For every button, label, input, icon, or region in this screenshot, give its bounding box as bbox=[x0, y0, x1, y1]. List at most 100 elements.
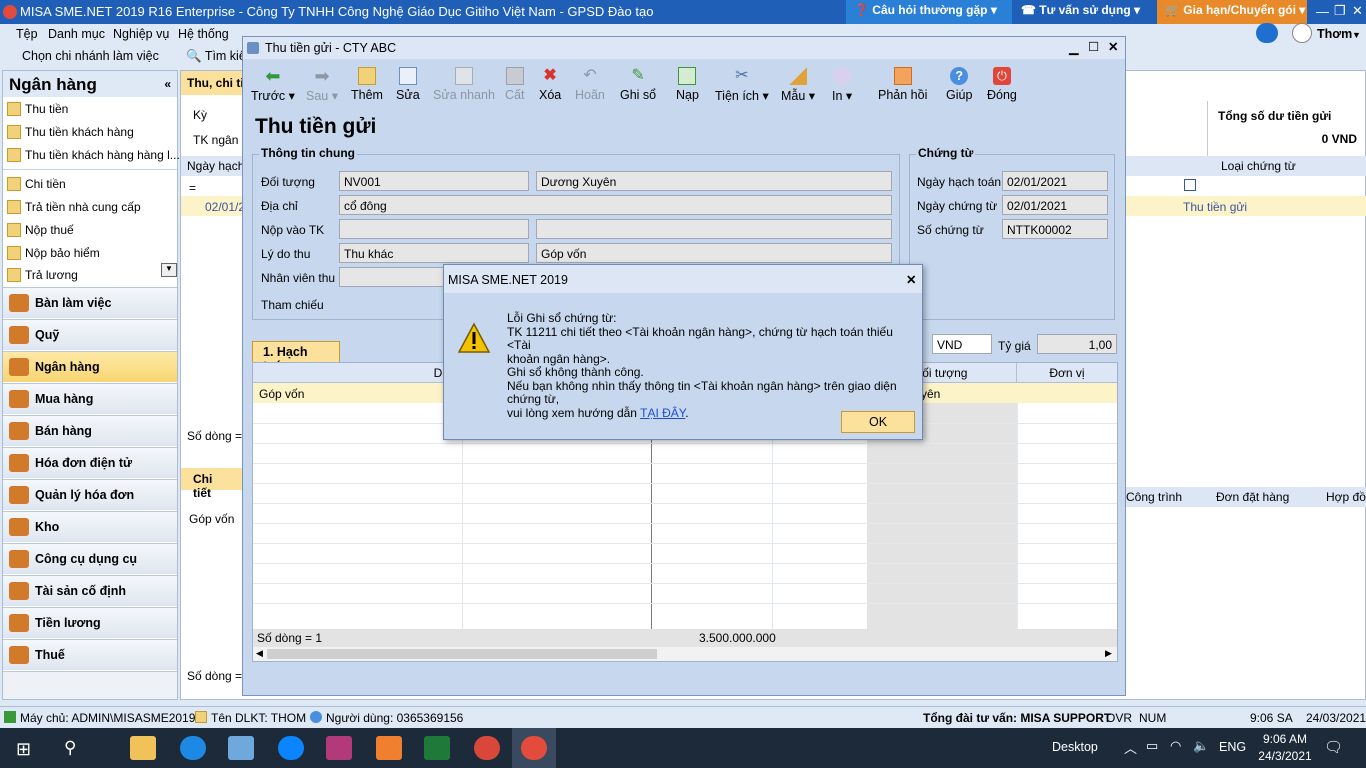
edit-button[interactable]: Sửa bbox=[396, 67, 420, 102]
scroll-right-icon[interactable]: ▶ bbox=[1105, 648, 1112, 659]
wifi-icon[interactable]: ◠ bbox=[1170, 738, 1181, 754]
user-name[interactable]: Thơm bbox=[1317, 27, 1352, 41]
nav-item-thu-tien-kh-loat[interactable]: Thu tiền khách hàng hàng l... bbox=[7, 148, 180, 162]
excel-icon[interactable] bbox=[424, 736, 450, 760]
dialog-close-button[interactable]: ✕ bbox=[1108, 39, 1118, 54]
file-explorer-icon[interactable] bbox=[130, 736, 156, 760]
col-hop-dong[interactable]: Hợp đồn bbox=[1326, 490, 1366, 504]
partner-name-field[interactable]: Dương Xuyên bbox=[536, 171, 892, 191]
nav-item-thu-tien-kh[interactable]: Thu tiền khách hàng bbox=[7, 125, 134, 139]
desktop-toolbar[interactable]: Desktop bbox=[1052, 740, 1098, 754]
menu-system[interactable]: Hệ thống bbox=[178, 27, 229, 41]
postpone-button[interactable]: ↶ Hoãn bbox=[575, 67, 605, 102]
module-tien-luong[interactable]: Tiền lương bbox=[3, 607, 177, 638]
module-shortcuts[interactable] bbox=[3, 671, 177, 699]
notification-icon[interactable]: 🗨 bbox=[1324, 738, 1343, 756]
module-quan-ly-hoa-don[interactable]: Quản lý hóa đơn bbox=[3, 479, 177, 510]
template-button[interactable]: Mẫu ▾ bbox=[781, 67, 815, 103]
module-quy[interactable]: Quỹ bbox=[3, 319, 177, 350]
deposit-bank-field[interactable] bbox=[536, 219, 892, 239]
close-button[interactable]: ✕ bbox=[1352, 3, 1363, 19]
branch-select-button[interactable]: Chọn chi nhánh làm việc bbox=[22, 49, 159, 63]
dialog-maximize-button[interactable]: ☐ bbox=[1088, 39, 1099, 54]
collapse-icon[interactable]: « bbox=[164, 77, 171, 91]
exchange-rate-field[interactable]: 1,00 bbox=[1037, 334, 1117, 354]
renew-button[interactable]: 🛒 Gia hạn/Chuyển gói ▾ bbox=[1157, 0, 1307, 24]
close-form-button[interactable]: ⏻ Đóng bbox=[987, 67, 1017, 102]
nav-item-nop-bao-hiem[interactable]: Nộp bảo hiểm bbox=[7, 246, 100, 260]
delete-button[interactable]: ✖ Xóa bbox=[539, 67, 561, 102]
module-tai-san[interactable]: Tài sản cố định bbox=[3, 575, 177, 606]
voucher-date-field[interactable]: 02/01/2021 bbox=[1002, 195, 1108, 215]
avatar[interactable] bbox=[1292, 23, 1312, 43]
currency-select[interactable]: VND bbox=[932, 334, 992, 354]
tray-chevron-icon[interactable]: ︿ bbox=[1124, 738, 1137, 757]
winrar-icon[interactable] bbox=[326, 736, 352, 760]
reload-button[interactable]: Nạp bbox=[676, 67, 699, 102]
zalo-icon[interactable] bbox=[278, 736, 304, 760]
col-ngay-hach-toan[interactable]: Ngày hạch bbox=[181, 156, 243, 176]
ok-button[interactable]: OK bbox=[841, 411, 915, 433]
reason-select[interactable]: Thu khác bbox=[339, 243, 529, 263]
store-icon[interactable] bbox=[228, 736, 254, 760]
nav-item-thu-tien[interactable]: Thu tiền bbox=[7, 102, 68, 116]
help-link[interactable]: TẠI ĐÂY bbox=[640, 406, 685, 420]
filter-icon[interactable]: = bbox=[189, 181, 196, 195]
scroll-left-icon[interactable]: ◀ bbox=[256, 648, 263, 659]
voucher-number-field[interactable]: NTTK00002 bbox=[1002, 219, 1108, 239]
checkbox[interactable] bbox=[1184, 179, 1196, 191]
post-button[interactable]: ✎ Ghi sổ bbox=[620, 67, 656, 102]
add-button[interactable]: Thêm bbox=[351, 67, 383, 102]
nav-item-tra-tien-ncc[interactable]: Trả tiền nhà cung cấp bbox=[7, 200, 141, 214]
battery-icon[interactable]: ▭ bbox=[1146, 738, 1158, 754]
feedback-button[interactable]: Phản hồi bbox=[878, 67, 927, 102]
menu-operations[interactable]: Nghiệp vụ bbox=[113, 27, 169, 41]
nav-item-tra-luong[interactable]: Trả lương bbox=[7, 268, 78, 282]
foxit-icon[interactable] bbox=[376, 736, 402, 760]
nav-item-nop-thue[interactable]: Nộp thuế bbox=[7, 223, 74, 237]
message-close-button[interactable]: ✕ bbox=[906, 272, 916, 287]
maximize-button[interactable]: ❐ bbox=[1334, 3, 1346, 19]
chevron-down-icon[interactable]: ▼ bbox=[1352, 30, 1361, 40]
clock-date[interactable]: 24/3/2021 bbox=[1253, 749, 1317, 763]
reason-text-field[interactable]: Góp vốn bbox=[536, 243, 892, 263]
save-button[interactable]: Cất bbox=[505, 67, 524, 102]
scrollbar-thumb[interactable] bbox=[267, 649, 657, 659]
clock-time[interactable]: 9:06 AM bbox=[1255, 732, 1315, 746]
module-ban-lam-viec[interactable]: Bàn làm việc bbox=[3, 287, 177, 318]
module-ngan-hang[interactable]: Ngân hàng bbox=[3, 351, 177, 382]
search-button[interactable]: 🔍 Tìm kiế bbox=[186, 49, 246, 64]
nav-item-chi-tien[interactable]: Chi tiền bbox=[7, 177, 66, 191]
partner-code-field[interactable]: NV001 bbox=[339, 171, 529, 191]
col-loai-chung-tu[interactable]: Loại chứng từ bbox=[1221, 159, 1296, 173]
address-field[interactable]: cổ đông bbox=[339, 195, 892, 215]
minimize-button[interactable]: — bbox=[1316, 4, 1329, 19]
quick-edit-button[interactable]: Sửa nhanh bbox=[433, 67, 495, 102]
module-ban-hang[interactable]: Bán hàng bbox=[3, 415, 177, 446]
tab-chi-tiet[interactable]: Chi tiết bbox=[181, 468, 243, 500]
globe-icon[interactable] bbox=[1256, 23, 1278, 43]
module-cong-cu[interactable]: Công cụ dụng cụ bbox=[3, 543, 177, 574]
col-don-dat-hang[interactable]: Đơn đặt hàng bbox=[1216, 490, 1289, 504]
col-cong-trinh[interactable]: Công trình bbox=[1126, 490, 1182, 504]
module-thue[interactable]: Thuế bbox=[3, 639, 177, 670]
module-mua-hang[interactable]: Mua hàng bbox=[3, 383, 177, 414]
search-icon[interactable]: ⚲ bbox=[64, 738, 76, 758]
table-row[interactable]: 02/01/2 bbox=[181, 196, 243, 216]
print-button[interactable]: In ▾ bbox=[832, 67, 852, 103]
menu-catalog[interactable]: Danh mục bbox=[48, 27, 105, 41]
language-indicator[interactable]: ENG bbox=[1219, 740, 1246, 754]
module-hoa-don-dien-tu[interactable]: Hóa đơn điện tử bbox=[3, 447, 177, 478]
deposit-account-field[interactable] bbox=[339, 219, 529, 239]
help-button[interactable]: ? Giúp bbox=[946, 67, 972, 102]
chrome-icon[interactable] bbox=[474, 736, 500, 760]
next-button[interactable]: ➡ Sau ▾ bbox=[306, 67, 338, 103]
tab-thu-chi[interactable]: Thu, chi ti bbox=[181, 71, 243, 95]
table-row-right[interactable]: Thu tiền gửi bbox=[1126, 196, 1366, 216]
faq-button[interactable]: ❓ Câu hỏi thường gặp ▾ bbox=[846, 0, 1012, 24]
col-don-vi[interactable]: Đơn vị bbox=[1017, 363, 1117, 383]
tab-hach-toan[interactable]: 1. Hạch toán bbox=[252, 341, 340, 373]
scroll-down-button[interactable]: ▼ bbox=[161, 263, 177, 277]
posting-date-field[interactable]: 02/01/2021 bbox=[1002, 171, 1108, 191]
utilities-button[interactable]: ✂ Tiện ích ▾ bbox=[715, 67, 769, 103]
